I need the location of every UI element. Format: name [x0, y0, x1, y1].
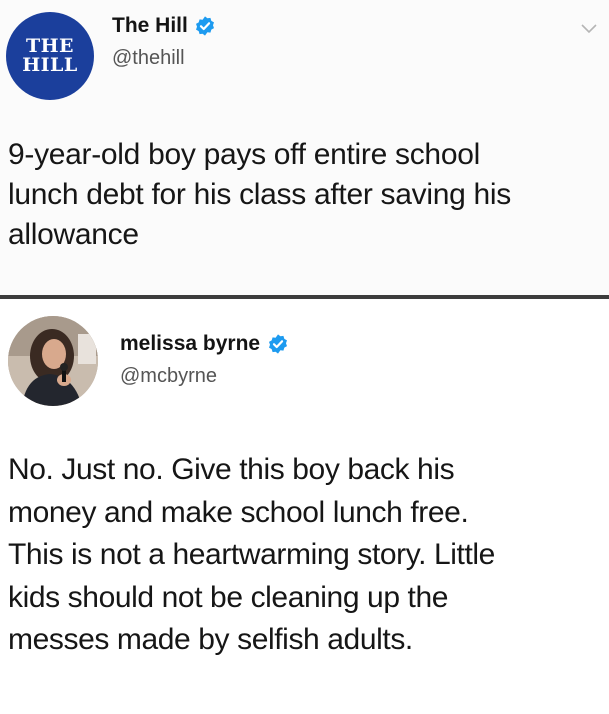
tweet-text-line: No. Just no. Give this boy back his — [8, 453, 455, 486]
tweet-mcbyrne: melissa byrne @mcbyrne No. Just no. Give… — [0, 299, 609, 714]
tweet-text-line: This is not a heartwarming story. Little — [8, 538, 495, 571]
avatar-mcbyrne[interactable] — [8, 316, 98, 406]
display-name[interactable]: melissa byrne — [120, 332, 260, 356]
tweet-text: No. Just no. Give this boy back his mone… — [8, 449, 608, 662]
display-name[interactable]: The Hill — [112, 14, 188, 38]
display-name-row[interactable]: The Hill — [112, 14, 216, 38]
profile-photo — [8, 316, 98, 406]
tweet-text-line: money and make school lunch free. — [8, 495, 469, 529]
chevron-down-icon[interactable] — [580, 22, 598, 36]
handle[interactable]: @thehill — [112, 47, 185, 70]
verified-badge-icon — [195, 16, 214, 36]
tweet-text: 9-year-old boy pays off entire school lu… — [8, 135, 608, 255]
avatar-thehill[interactable]: THE HILL — [6, 12, 94, 100]
tweet-thehill: THE HILL The Hill @thehill 9-year-old bo… — [0, 0, 609, 296]
logo-line-2: HILL — [22, 54, 78, 76]
verified-badge-icon — [269, 334, 288, 354]
display-name-row[interactable]: melissa byrne — [120, 332, 289, 356]
tweet-text-line: allowance — [8, 218, 139, 251]
tweet-text-line: 9-year-old boy pays off entire school — [8, 138, 480, 171]
tweet-text-line: messes made by selfish adults. — [8, 623, 413, 656]
tweet-text-line: kids should not be cleaning up the — [8, 580, 449, 614]
tweet-text-line: lunch debt for his class after saving hi… — [8, 178, 511, 211]
handle[interactable]: @mcbyrne — [120, 365, 217, 388]
the-hill-logo: THE HILL — [22, 37, 78, 75]
